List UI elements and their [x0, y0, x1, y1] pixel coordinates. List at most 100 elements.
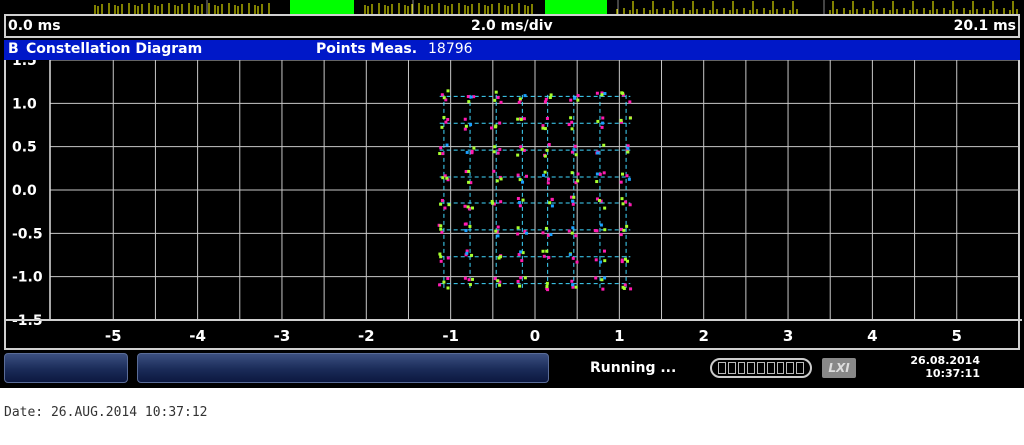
- constellation-point: [446, 89, 450, 93]
- constellation-point: [518, 97, 522, 101]
- constellation-point: [516, 232, 520, 236]
- constellation-point: [570, 279, 574, 283]
- constellation-point: [469, 123, 473, 127]
- x-tick-label: -3: [274, 327, 291, 345]
- constellation-point: [499, 200, 503, 204]
- constellation-point: [541, 231, 545, 235]
- points-measured-value: 18796: [428, 41, 473, 57]
- constellation-point: [499, 100, 503, 104]
- time-domain-trace: [94, 0, 1018, 14]
- constellation-point: [619, 233, 623, 237]
- y-tick-label: -0.5: [12, 226, 43, 242]
- constellation-point: [598, 172, 602, 176]
- constellation-point: [492, 169, 496, 173]
- constellation-point: [542, 173, 546, 177]
- constellation-point: [593, 229, 597, 233]
- constellation-point: [545, 281, 549, 285]
- constellation-point: [545, 285, 549, 289]
- y-tick-label: -1.0: [12, 270, 43, 286]
- y-tick-label: 0.5: [12, 140, 37, 156]
- constellation-point: [518, 204, 522, 208]
- constellation-point: [463, 276, 467, 280]
- constellation-plot-area[interactable]: 1.51.00.50.0-0.5-1.0-1.5-5-4-3-2-1012345: [4, 60, 1022, 350]
- constellation-point: [443, 206, 447, 210]
- constellation-point: [602, 143, 606, 147]
- constellation-point: [446, 286, 450, 290]
- constellation-point: [496, 225, 500, 229]
- constellation-point: [525, 174, 529, 178]
- constellation-point: [516, 117, 520, 121]
- constellation-point: [440, 198, 444, 202]
- constellation-point: [624, 200, 628, 204]
- constellation-point: [543, 100, 547, 104]
- constellation-point: [546, 177, 550, 181]
- constellation-point: [570, 231, 574, 235]
- constellation-point: [628, 203, 632, 207]
- burst-marker: [545, 0, 607, 14]
- constellation-point: [549, 233, 553, 237]
- softkey-left-button[interactable]: [4, 353, 128, 383]
- constellation-point: [543, 170, 547, 174]
- constellation-point: [567, 123, 571, 127]
- x-tick-label: 4: [867, 327, 877, 345]
- constellation-point: [570, 120, 574, 124]
- constellation-point: [441, 152, 445, 156]
- constellation-point: [493, 98, 497, 102]
- constellation-point: [467, 278, 471, 282]
- constellation-point: [629, 287, 633, 291]
- constellation-point: [543, 154, 547, 158]
- constellation-point: [625, 259, 629, 263]
- constellation-point: [541, 249, 545, 253]
- status-bar: Running ... LXI 26.08.2014 10:37:11: [0, 350, 1024, 388]
- constellation-point: [518, 201, 522, 205]
- panel-header[interactable]: B Constellation Diagram Points Meas. 187…: [4, 40, 1020, 60]
- panel-title: Constellation Diagram: [26, 41, 203, 57]
- constellation-point: [440, 125, 444, 129]
- constellation-point: [467, 169, 471, 173]
- constellation-point: [600, 125, 604, 129]
- constellation-point: [467, 180, 471, 184]
- constellation-point: [518, 284, 522, 288]
- constellation-point: [594, 258, 598, 262]
- constellation-point: [576, 94, 580, 98]
- running-status: Running ...: [590, 360, 677, 376]
- constellation-point: [438, 283, 442, 287]
- constellation-point: [463, 127, 467, 131]
- constellation-point: [464, 124, 468, 128]
- constellation-point: [519, 250, 523, 254]
- constellation-point: [544, 226, 548, 230]
- constellation-point: [496, 151, 500, 155]
- constellation-point: [543, 127, 547, 131]
- lxi-icon[interactable]: LXI: [822, 358, 856, 378]
- constellation-point: [523, 94, 527, 98]
- constellation-point: [602, 171, 606, 175]
- constellation-point: [439, 202, 443, 206]
- constellation-point: [445, 176, 449, 180]
- constellation-point: [600, 278, 604, 282]
- constellation-point: [516, 226, 520, 230]
- constellation-point: [574, 153, 578, 157]
- constellation-point: [544, 97, 548, 101]
- constellation-point: [594, 276, 598, 280]
- constellation-point: [569, 98, 573, 102]
- constellation-point: [595, 172, 599, 176]
- constellation-point: [621, 285, 625, 289]
- constellation-point: [626, 146, 630, 150]
- constellation-point: [574, 285, 578, 289]
- status-message-field[interactable]: [137, 353, 549, 383]
- constellation-point: [470, 151, 474, 155]
- constellation-point: [517, 253, 521, 257]
- constellation-point: [545, 249, 549, 253]
- constellation-point: [469, 95, 473, 99]
- constellation-point: [468, 283, 472, 287]
- constellation-point: [518, 178, 522, 182]
- constellation-point: [498, 283, 502, 287]
- constellation-point: [494, 229, 498, 233]
- constellation-point: [596, 119, 600, 123]
- time-scale-label: 2.0 ms/div: [471, 18, 553, 34]
- constellation-point: [627, 177, 631, 181]
- constellation-point: [499, 177, 503, 181]
- constellation-point: [603, 92, 607, 96]
- constellation-point: [438, 252, 442, 256]
- constellation-point: [576, 98, 580, 102]
